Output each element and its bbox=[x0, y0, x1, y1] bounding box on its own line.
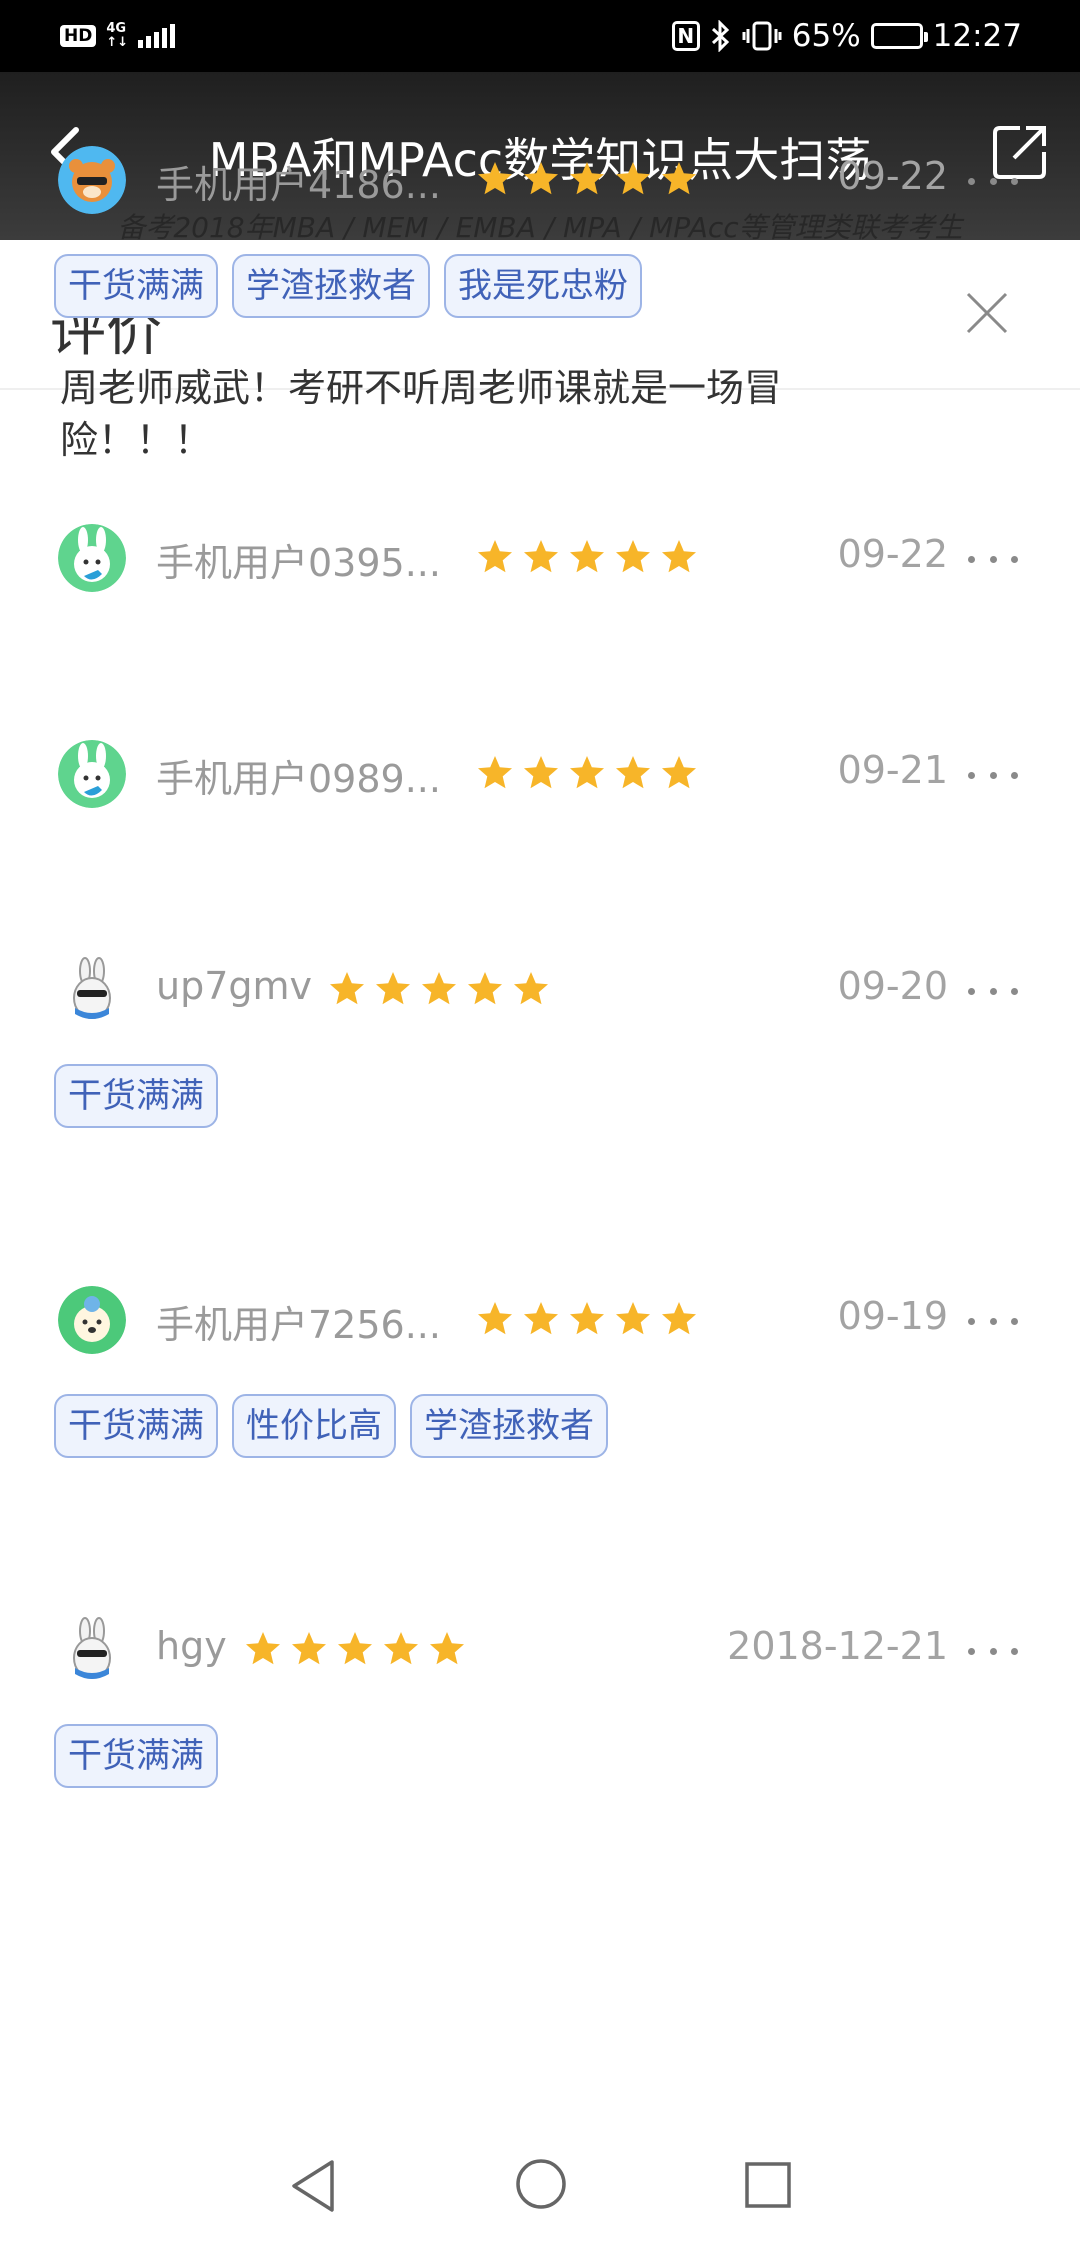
review-username: hgy bbox=[156, 1624, 227, 1668]
status-right: N 65% 12:27 bbox=[671, 18, 1022, 54]
vibrate-icon bbox=[742, 21, 782, 51]
star-icon bbox=[662, 162, 696, 195]
bunny-sunglasses-avatar[interactable] bbox=[58, 956, 126, 1024]
reviews-sheet: 评价 手机用户4186... 09-22 干货满满 学渣拯救者 我是死忠粉 周老师威武！考… bbox=[0, 146, 1080, 2244]
bunny-green-avatar[interactable] bbox=[58, 524, 126, 592]
star-icon bbox=[478, 162, 512, 195]
star-icon bbox=[662, 540, 696, 573]
more-options-icon[interactable] bbox=[968, 988, 1018, 1002]
more-options-icon[interactable] bbox=[968, 772, 1018, 786]
nfc-icon: N bbox=[671, 21, 700, 51]
star-icon bbox=[292, 1632, 326, 1665]
more-options-icon[interactable] bbox=[968, 1318, 1018, 1332]
review-tag: 干货满满 bbox=[54, 1724, 218, 1788]
star-icon bbox=[384, 1632, 418, 1665]
review-tags: 干货满满 bbox=[54, 1724, 218, 1788]
star-icon bbox=[616, 162, 650, 195]
status-bar: HD 4G ↑↓ N 65% 12:27 bbox=[0, 0, 1080, 72]
star-icon bbox=[524, 1302, 558, 1335]
star-icon bbox=[524, 162, 558, 195]
rating-stars bbox=[476, 160, 698, 198]
tiger-avatar[interactable] bbox=[58, 146, 126, 214]
rating-stars bbox=[244, 1630, 466, 1668]
battery-percent: 65% bbox=[791, 18, 861, 54]
review-date: 09-22 bbox=[837, 532, 948, 576]
review-tag: 干货满满 bbox=[54, 1394, 218, 1458]
rating-stars bbox=[476, 1300, 698, 1338]
star-icon bbox=[524, 756, 558, 789]
rating-stars bbox=[476, 538, 698, 576]
review-username: 手机用户0989... bbox=[156, 757, 441, 801]
star-icon bbox=[338, 1632, 372, 1665]
star-icon bbox=[330, 972, 364, 1005]
review-tags: 干货满满 学渣拯救者 我是死忠粉 bbox=[54, 254, 642, 318]
nav-home-icon[interactable] bbox=[515, 2158, 567, 2210]
review-tag: 我是死忠粉 bbox=[444, 254, 642, 318]
review-text: 周老师威武！考研不听周老师课就是一场冒险！！！ bbox=[60, 366, 783, 462]
star-icon bbox=[478, 1302, 512, 1335]
star-icon bbox=[376, 972, 410, 1005]
review-date: 09-20 bbox=[837, 964, 948, 1008]
review-tag: 性价比高 bbox=[232, 1394, 396, 1458]
review-date: 09-19 bbox=[837, 1294, 948, 1338]
star-icon bbox=[570, 162, 604, 195]
review-tags: 干货满满 bbox=[54, 1064, 218, 1128]
review-tag: 学渣拯救者 bbox=[410, 1394, 608, 1458]
review-date: 2018-12-21 bbox=[727, 1624, 948, 1668]
hd-icon: HD bbox=[60, 25, 97, 47]
clock: 12:27 bbox=[932, 18, 1022, 54]
cat-green-avatar[interactable] bbox=[58, 1286, 126, 1354]
star-icon bbox=[570, 756, 604, 789]
star-icon bbox=[430, 1632, 464, 1665]
nav-back-icon[interactable] bbox=[288, 2158, 338, 2214]
more-options-icon[interactable] bbox=[968, 178, 1018, 192]
review-username: 手机用户7256... bbox=[156, 1303, 441, 1347]
bluetooth-icon bbox=[711, 20, 729, 52]
review-username: up7gmv bbox=[156, 964, 313, 1008]
battery-icon bbox=[870, 23, 928, 49]
nav-recent-icon[interactable] bbox=[745, 2162, 791, 2208]
screen: HD 4G ↑↓ N 65% 12:27 MBA和MPAcc数学知识点大扫荡 备… bbox=[0, 0, 1080, 2244]
star-icon bbox=[662, 756, 696, 789]
rating-stars bbox=[476, 754, 698, 792]
review-tag: 干货满满 bbox=[54, 254, 218, 318]
star-icon bbox=[478, 540, 512, 573]
bunny-sunglasses-avatar[interactable] bbox=[58, 1616, 126, 1684]
rating-stars bbox=[328, 970, 550, 1008]
star-icon bbox=[468, 972, 502, 1005]
star-icon bbox=[478, 756, 512, 789]
star-icon bbox=[514, 972, 548, 1005]
star-icon bbox=[422, 972, 456, 1005]
review-username: 手机用户4186... bbox=[156, 163, 441, 207]
share-icon[interactable] bbox=[990, 122, 1050, 182]
navigation-bar bbox=[0, 2132, 1080, 2244]
close-icon[interactable] bbox=[962, 288, 1012, 338]
star-icon bbox=[616, 540, 650, 573]
star-icon bbox=[524, 540, 558, 573]
review-tags: 干货满满 性价比高 学渣拯救者 bbox=[54, 1394, 608, 1458]
star-icon bbox=[616, 756, 650, 789]
more-options-icon[interactable] bbox=[968, 1648, 1018, 1662]
network-type: 4G ↑↓ bbox=[106, 21, 129, 50]
review-tag: 学渣拯救者 bbox=[232, 254, 430, 318]
review-date: 09-22 bbox=[837, 154, 948, 198]
signal-icon bbox=[138, 24, 176, 48]
status-left: HD 4G ↑↓ bbox=[60, 21, 176, 50]
review-tag: 干货满满 bbox=[54, 1064, 218, 1128]
review-username: 手机用户0395... bbox=[156, 541, 441, 585]
bunny-green-avatar[interactable] bbox=[58, 740, 126, 808]
review-date: 09-21 bbox=[837, 748, 948, 792]
star-icon bbox=[246, 1632, 280, 1665]
star-icon bbox=[570, 540, 604, 573]
more-options-icon[interactable] bbox=[968, 556, 1018, 570]
star-icon bbox=[570, 1302, 604, 1335]
star-icon bbox=[616, 1302, 650, 1335]
star-icon bbox=[662, 1302, 696, 1335]
